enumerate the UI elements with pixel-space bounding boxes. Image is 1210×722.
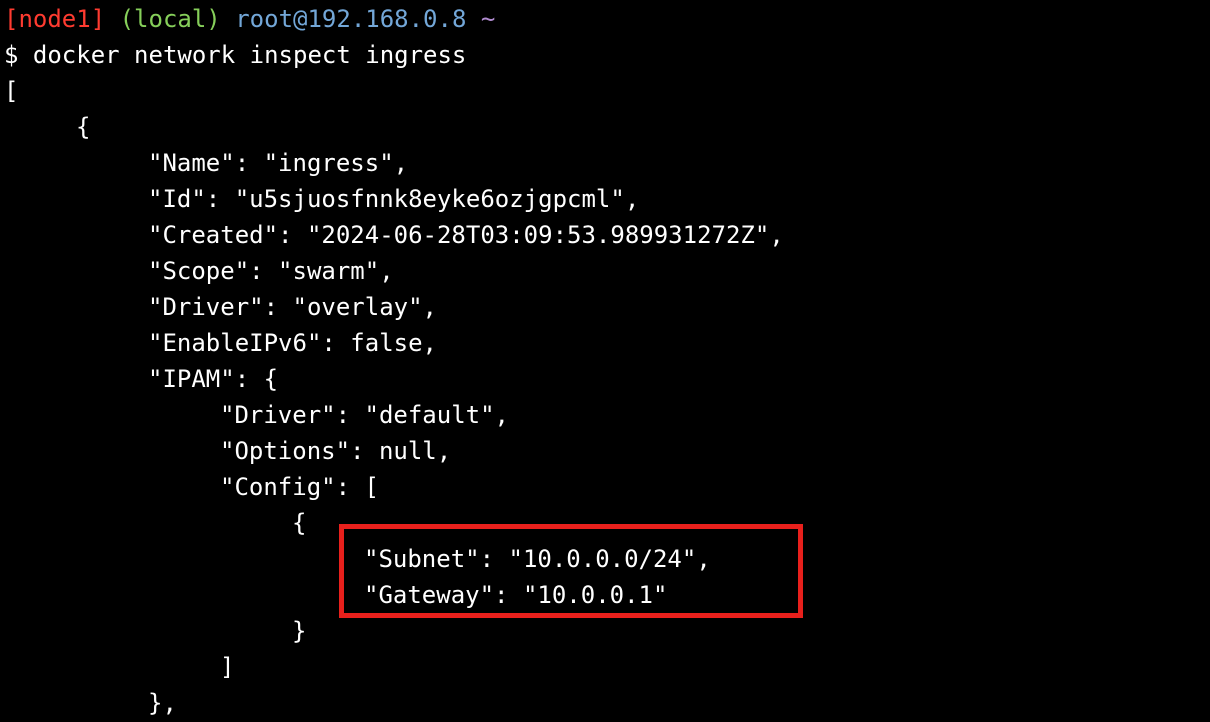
command-line: $ docker network inspect ingress: [0, 37, 1210, 73]
prompt-symbol: $: [4, 41, 19, 69]
output-line: "Driver": "overlay",: [148, 293, 437, 321]
output-line: "Scope": "swarm",: [148, 257, 394, 285]
output-line-subnet: "Subnet": "10.0.0.0/24",: [364, 545, 711, 573]
output-line: {: [76, 113, 91, 141]
output-line: }: [292, 617, 307, 645]
prompt-user-host: root@192.168.0.8: [235, 5, 467, 33]
terminal-window[interactable]: [node1] (local) root@192.168.0.8 ~ $ doc…: [0, 0, 1210, 722]
output-line: "IPAM": {: [148, 365, 279, 393]
output-line-gateway: "Gateway": "10.0.0.1": [364, 581, 668, 609]
output-line: [: [4, 77, 19, 105]
output-line: "Config": [: [220, 473, 379, 501]
output-line: },: [148, 689, 177, 717]
prompt-host-tag: [node1]: [4, 5, 106, 33]
output-line: ]: [220, 653, 235, 681]
command-text: docker network inspect ingress: [32, 41, 467, 69]
output-line: "Created": "2024-06-28T03:09:53.98993127…: [148, 221, 784, 249]
output-line: "Driver": "default",: [220, 401, 509, 429]
output-line: "Id": "u5sjuosfnnk8eyke6ozjgpcml",: [148, 185, 640, 213]
prompt-env-tag: (local): [119, 5, 221, 33]
output-line: {: [292, 509, 307, 537]
output-line: "EnableIPv6": false,: [148, 329, 437, 357]
prompt-cwd: ~: [480, 5, 496, 33]
output-line: "Name": "ingress",: [148, 149, 409, 177]
prompt-line: [node1] (local) root@192.168.0.8 ~: [0, 1, 1210, 37]
output-line: "Options": null,: [220, 437, 452, 465]
